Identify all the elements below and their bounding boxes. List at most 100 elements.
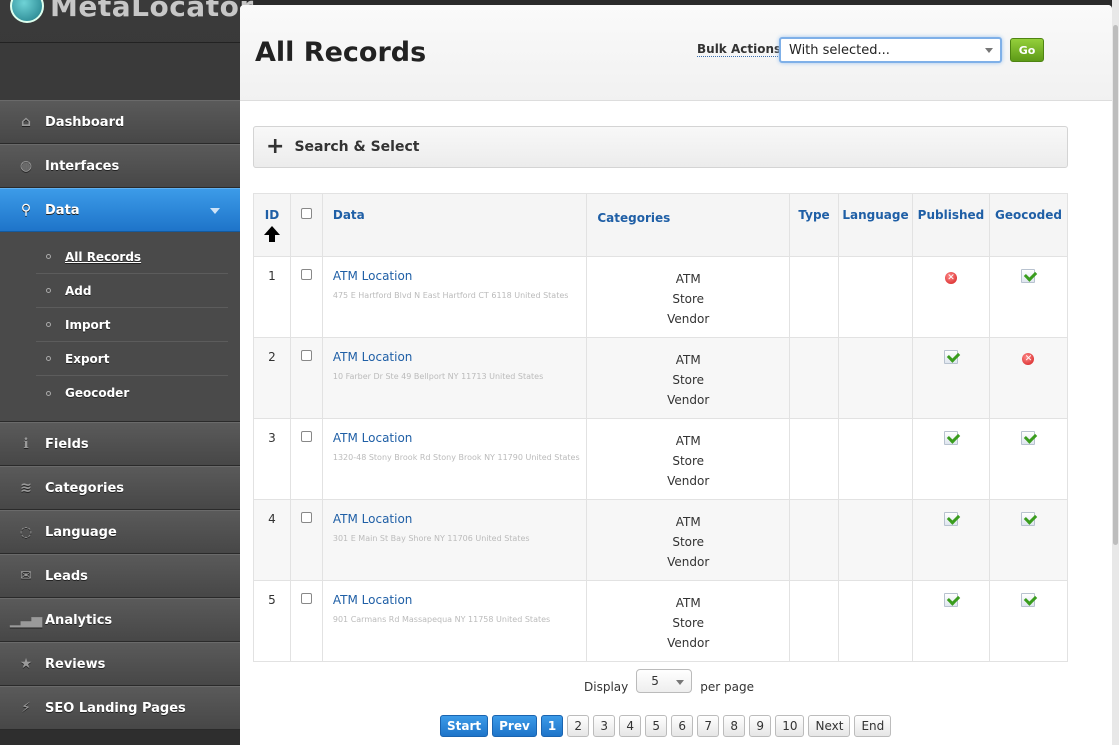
row-checkbox[interactable] — [300, 431, 312, 442]
column-header-language[interactable]: Language — [838, 193, 913, 257]
subnav-item-geocoder[interactable]: Geocoder — [36, 376, 228, 410]
sidebar-item-categories[interactable]: ≋ Categories — [0, 466, 240, 510]
pager-page-10[interactable]: 10 — [775, 715, 805, 737]
pager-page-9[interactable]: 9 — [749, 715, 772, 737]
pager-page-7[interactable]: 7 — [697, 715, 720, 737]
pager-page-3[interactable]: 3 — [593, 715, 616, 737]
row-language-cell — [838, 256, 913, 338]
pagination: Start Prev 1 2 3 4 5 6 7 8 9 10 Next End — [440, 715, 892, 737]
select-all-checkbox[interactable] — [300, 208, 312, 219]
published-check-icon[interactable] — [943, 512, 958, 526]
pager-next-button[interactable]: Next — [808, 715, 851, 737]
pager-page-5[interactable]: 5 — [645, 715, 668, 737]
subnav-item-label: All Records — [65, 249, 142, 264]
row-categories-cell: ATM Store Vendor — [586, 580, 791, 662]
plus-icon: + — [266, 134, 285, 159]
row-published-cell — [911, 337, 990, 419]
sidebar-item-dashboard[interactable]: ⌂ Dashboard — [0, 100, 240, 144]
not-geocoded-x-icon[interactable]: ✕ — [1022, 353, 1035, 365]
column-header-categories[interactable]: Categories — [586, 193, 791, 257]
unpublished-x-icon[interactable]: ✕ — [944, 272, 957, 284]
row-checkbox-cell — [289, 580, 323, 662]
sidebar-item-data[interactable]: ⚲ Data — [0, 188, 240, 232]
pager-page-6[interactable]: 6 — [671, 715, 694, 737]
scrollbar[interactable] — [1112, 0, 1119, 745]
row-checkbox[interactable] — [300, 512, 312, 523]
sidebar-item-leads[interactable]: ✉ Leads — [0, 554, 240, 598]
row-type-cell — [789, 337, 840, 419]
category-label: Store — [672, 454, 705, 468]
row-checkbox-cell — [289, 256, 323, 338]
table-row: 2 ATM Location 10 Farber Dr Ste 49 Bellp… — [253, 337, 1069, 419]
subnav-item-export[interactable]: Export — [36, 342, 228, 376]
published-check-icon[interactable] — [943, 431, 958, 445]
speech-bubble-icon: ◌ — [19, 524, 33, 540]
geocoded-check-icon[interactable] — [1021, 593, 1036, 607]
logo-text: MetaLocator — [50, 0, 254, 23]
record-link[interactable]: ATM Location — [333, 350, 586, 364]
pager-page-2[interactable]: 2 — [567, 715, 590, 737]
chevron-down-icon — [985, 48, 993, 53]
geocoded-check-icon[interactable] — [1021, 431, 1036, 445]
pager-page-4[interactable]: 4 — [619, 715, 642, 737]
pager-page-8[interactable]: 8 — [723, 715, 746, 737]
row-checkbox[interactable] — [300, 350, 312, 361]
geocoded-check-icon[interactable] — [1021, 512, 1036, 526]
star-icon: ★ — [19, 656, 33, 672]
record-link[interactable]: ATM Location — [333, 269, 586, 283]
published-check-icon[interactable] — [943, 350, 958, 364]
row-geocoded-cell: ✕ — [988, 337, 1069, 419]
geocoded-check-icon[interactable] — [1021, 269, 1036, 283]
subnav-item-import[interactable]: Import — [36, 308, 228, 342]
column-header-select-all — [289, 193, 323, 257]
category-label: Vendor — [667, 312, 710, 326]
row-categories-cell: ATM Store Vendor — [586, 337, 791, 419]
subnav-item-label: Export — [65, 351, 110, 366]
column-header-geocoded[interactable]: Geocoded — [988, 193, 1069, 257]
sidebar-item-fields[interactable]: ℹ Fields — [0, 422, 240, 466]
record-link[interactable]: ATM Location — [333, 593, 586, 607]
bulk-actions-select[interactable]: With selected... — [779, 37, 1002, 63]
column-header-id[interactable]: ID — [253, 193, 291, 257]
pager-page-1[interactable]: 1 — [540, 715, 564, 737]
row-categories-cell: ATM Store Vendor — [586, 256, 791, 338]
row-checkbox[interactable] — [300, 269, 312, 280]
row-checkbox[interactable] — [300, 593, 312, 604]
record-link[interactable]: ATM Location — [333, 512, 586, 526]
page-title: All Records — [255, 37, 427, 68]
row-id: 5 — [253, 580, 291, 662]
layers-icon: ≋ — [20, 480, 32, 496]
column-header-type[interactable]: Type — [789, 193, 840, 257]
bullet-icon — [46, 322, 51, 327]
pager-prev-button[interactable]: Prev — [492, 715, 537, 737]
category-label: Vendor — [667, 636, 710, 650]
record-link[interactable]: ATM Location — [333, 431, 586, 445]
row-type-cell — [789, 499, 840, 581]
pager-start-button[interactable]: Start — [440, 715, 489, 737]
per-page-select[interactable]: 5 — [636, 669, 693, 693]
search-select-label: Search & Select — [294, 139, 420, 155]
row-categories-cell: ATM Store Vendor — [586, 418, 791, 500]
published-check-icon[interactable] — [943, 593, 958, 607]
search-select-toggle[interactable]: + Search & Select — [253, 126, 1068, 168]
pager-end-button[interactable]: End — [854, 715, 892, 737]
sidebar-item-label: Analytics — [45, 612, 113, 628]
column-header-published[interactable]: Published — [911, 193, 990, 257]
sidebar-item-interfaces[interactable]: ◍ Interfaces — [0, 144, 240, 188]
bar-chart-icon: ▁▃▅ — [9, 612, 43, 628]
go-button[interactable]: Go — [1010, 38, 1044, 62]
scrollbar-thumb[interactable] — [1113, 25, 1118, 545]
row-geocoded-cell — [988, 256, 1069, 338]
sidebar-item-reviews[interactable]: ★ Reviews — [0, 642, 240, 686]
subnav-item-add[interactable]: Add — [36, 274, 228, 308]
sidebar-item-seo-landing-pages[interactable]: ⚡ SEO Landing Pages — [0, 686, 240, 730]
sidebar-item-analytics[interactable]: ▁▃▅ Analytics — [0, 598, 240, 642]
sidebar-header-band — [0, 42, 240, 100]
category-label: Store — [672, 535, 705, 549]
subnav-item-all-records[interactable]: All Records — [36, 240, 228, 274]
logo[interactable]: MetaLocator — [10, 0, 254, 26]
table-header-row: ID Data Categories Type Language Publish… — [253, 193, 1069, 257]
sidebar-item-language[interactable]: ◌ Language — [0, 510, 240, 554]
category-label: ATM — [675, 596, 701, 610]
column-header-data[interactable]: Data — [321, 193, 588, 257]
